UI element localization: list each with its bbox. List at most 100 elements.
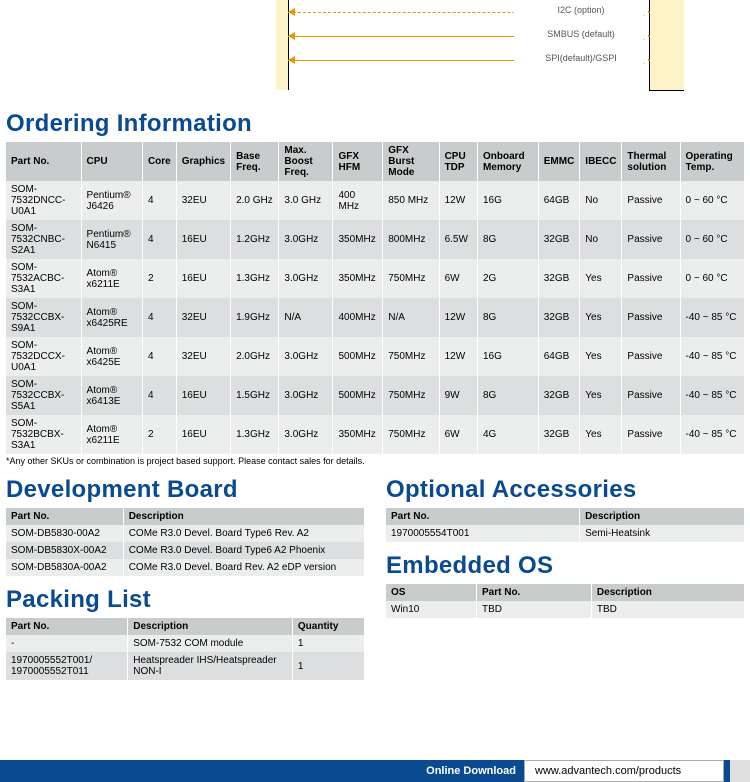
table-cell: 32GB (538, 259, 580, 298)
table-row: SOM-7532DNCC-U0A1Pentium® J6426432EU2.0 … (6, 181, 744, 220)
table-header: GFX Burst Mode (383, 142, 439, 181)
table-cell: 500MHz (333, 337, 383, 376)
table-cell: 1.2GHz (231, 220, 279, 259)
table-cell: 750MHz (383, 259, 439, 298)
arrow-left-icon (288, 32, 295, 40)
table-header: Onboard Memory (477, 142, 538, 181)
table-cell: 350MHz (333, 259, 383, 298)
table-cell: TBD (477, 601, 592, 618)
packing-table: Part No.DescriptionQuantity -SOM-7532 CO… (6, 618, 364, 680)
table-cell: 9W (439, 376, 477, 415)
table-header: Part No. (6, 618, 128, 635)
table-header: Graphics (176, 142, 230, 181)
table-cell: 750MHz (383, 415, 439, 454)
table-cell: 750MHz (383, 376, 439, 415)
table-cell: Atom® x6211E (81, 415, 142, 454)
table-header: Quantity (292, 618, 364, 635)
devboard-heading: Development Board (6, 476, 364, 504)
table-cell: 6W (439, 415, 477, 454)
table-cell: 3.0 GHz (279, 181, 333, 220)
table-cell: 32GB (538, 298, 580, 337)
table-cell: Passive (622, 376, 680, 415)
table-cell: 1.5GHz (231, 376, 279, 415)
table-header: EMMC (538, 142, 580, 181)
table-cell: 4 (142, 298, 176, 337)
footer-label: Online Download (418, 761, 524, 781)
table-cell: Atom® x6413E (81, 376, 142, 415)
table-cell: Semi-Heatsink (580, 525, 744, 542)
embedded-heading: Embedded OS (386, 552, 744, 580)
table-cell: 350MHz (333, 220, 383, 259)
devboard-table: Part No.Description SOM-DB5830-00A2COMe … (6, 508, 364, 576)
table-cell: 64GB (538, 337, 580, 376)
embedded-table: OSPart No.Description Win10TBDTBD (386, 584, 744, 618)
table-cell: 4 (142, 376, 176, 415)
table-cell: 16EU (176, 376, 230, 415)
table-cell: 3.0GHz (279, 220, 333, 259)
table-header: IBECC (580, 142, 622, 181)
table-cell: -40 ~ 85 °C (680, 376, 744, 415)
table-cell: 8G (477, 298, 538, 337)
table-header: Description (580, 508, 744, 525)
table-cell: 1970005552T001/ 1970005552T011 (6, 652, 128, 680)
table-cell: 0 ~ 60 °C (680, 181, 744, 220)
table-cell: 3.0GHz (279, 259, 333, 298)
table-cell: 6.5W (439, 220, 477, 259)
table-cell: 0 ~ 60 °C (680, 259, 744, 298)
table-cell: TBD (591, 601, 744, 618)
table-cell: Passive (622, 259, 680, 298)
arrow-left-icon (288, 8, 295, 16)
table-header: Part No. (386, 508, 580, 525)
table-cell: Pentium® N6415 (81, 220, 142, 259)
table-cell: 32GB (538, 220, 580, 259)
table-cell: 6W (439, 259, 477, 298)
bus-label-smbus: SMBUS (default) (514, 29, 648, 39)
table-row: SOM-DB5830X-00A2COMe R3.0 Devel. Board T… (6, 542, 364, 559)
table-cell: Atom® x6425RE (81, 298, 142, 337)
table-cell: SOM-7532 COM module (128, 635, 293, 652)
table-cell: 16EU (176, 259, 230, 298)
table-cell: Pentium® J6426 (81, 181, 142, 220)
table-row: SOM-7532ACBC-S3A1Atom® x6211E216EU1.3GHz… (6, 259, 744, 298)
ordering-heading: Ordering Information (6, 110, 744, 138)
table-cell: 32EU (176, 181, 230, 220)
table-cell: Passive (622, 298, 680, 337)
table-header: Description (128, 618, 293, 635)
table-cell: 800MHz (383, 220, 439, 259)
table-header: CPU (81, 142, 142, 181)
table-cell: Yes (580, 298, 622, 337)
table-cell: 2.0GHz (231, 337, 279, 376)
table-cell: SOM-DB5830-00A2 (6, 525, 123, 542)
table-cell: 850 MHz (383, 181, 439, 220)
table-cell: 16G (477, 337, 538, 376)
table-cell: 1 (292, 635, 364, 652)
table-header: Description (591, 584, 744, 601)
bus-diagram: I2C (option) SMBUS (default) SPI(default… (0, 0, 750, 100)
table-cell: 16G (477, 181, 538, 220)
footer-end-block (730, 760, 750, 782)
table-cell: -40 ~ 85 °C (680, 337, 744, 376)
table-cell: 1.3GHz (231, 259, 279, 298)
table-cell: 3.0GHz (279, 376, 333, 415)
table-header: OS (386, 584, 477, 601)
table-cell: SOM-DB5830A-00A2 (6, 559, 123, 576)
table-cell: 32EU (176, 298, 230, 337)
table-header: Description (123, 508, 364, 525)
table-cell: 64GB (538, 181, 580, 220)
table-header: CPU TDP (439, 142, 477, 181)
table-cell: 8G (477, 376, 538, 415)
table-header: Part No. (477, 584, 592, 601)
table-row: Win10TBDTBD (386, 601, 744, 618)
footer-link[interactable]: www.advantech.com/products (524, 760, 724, 782)
table-cell: Passive (622, 220, 680, 259)
table-cell: SOM-DB5830X-00A2 (6, 542, 123, 559)
ordering-table: Part No.CPUCoreGraphicsBase Freq.Max. Bo… (6, 142, 744, 454)
table-cell: Passive (622, 415, 680, 454)
table-cell: SOM-7532BCBX-S3A1 (6, 415, 81, 454)
table-cell: 4 (142, 337, 176, 376)
table-cell: COMe R3.0 Devel. Board Type6 A2 Phoenix (123, 542, 364, 559)
table-cell: 1.9GHz (231, 298, 279, 337)
table-cell: -40 ~ 85 °C (680, 415, 744, 454)
table-cell: 500MHz (333, 376, 383, 415)
table-cell: 350MHz (333, 415, 383, 454)
